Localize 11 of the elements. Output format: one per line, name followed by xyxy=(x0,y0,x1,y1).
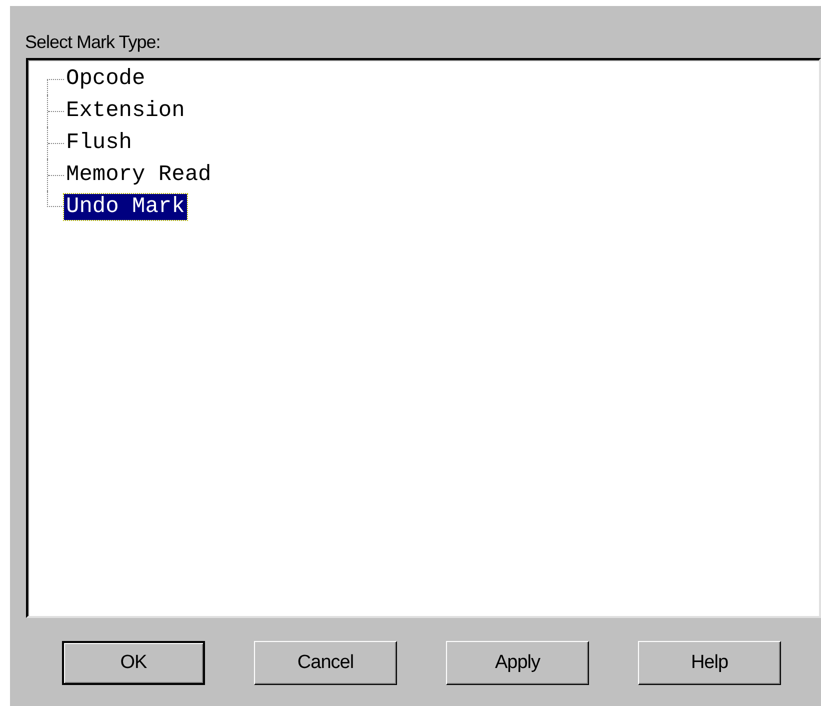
tree-view[interactable]: Opcode Extension Flush Memory Read Undo Mark xyxy=(26,58,821,618)
dialog-button[interactable]: Help xyxy=(638,641,781,685)
field-label: Select Mark Type: xyxy=(25,31,160,53)
dialog-button[interactable]: Apply xyxy=(446,641,589,685)
dialog-button[interactable]: Cancel xyxy=(254,641,397,685)
tree-item[interactable]: Undo Mark xyxy=(64,194,187,220)
tree-item[interactable]: Opcode xyxy=(64,66,148,92)
tree-item[interactable]: Extension xyxy=(64,98,187,124)
tree-item[interactable]: Memory Read xyxy=(64,162,214,188)
tree-item[interactable]: Flush xyxy=(64,130,134,156)
dialog-button[interactable]: OK xyxy=(62,641,205,685)
